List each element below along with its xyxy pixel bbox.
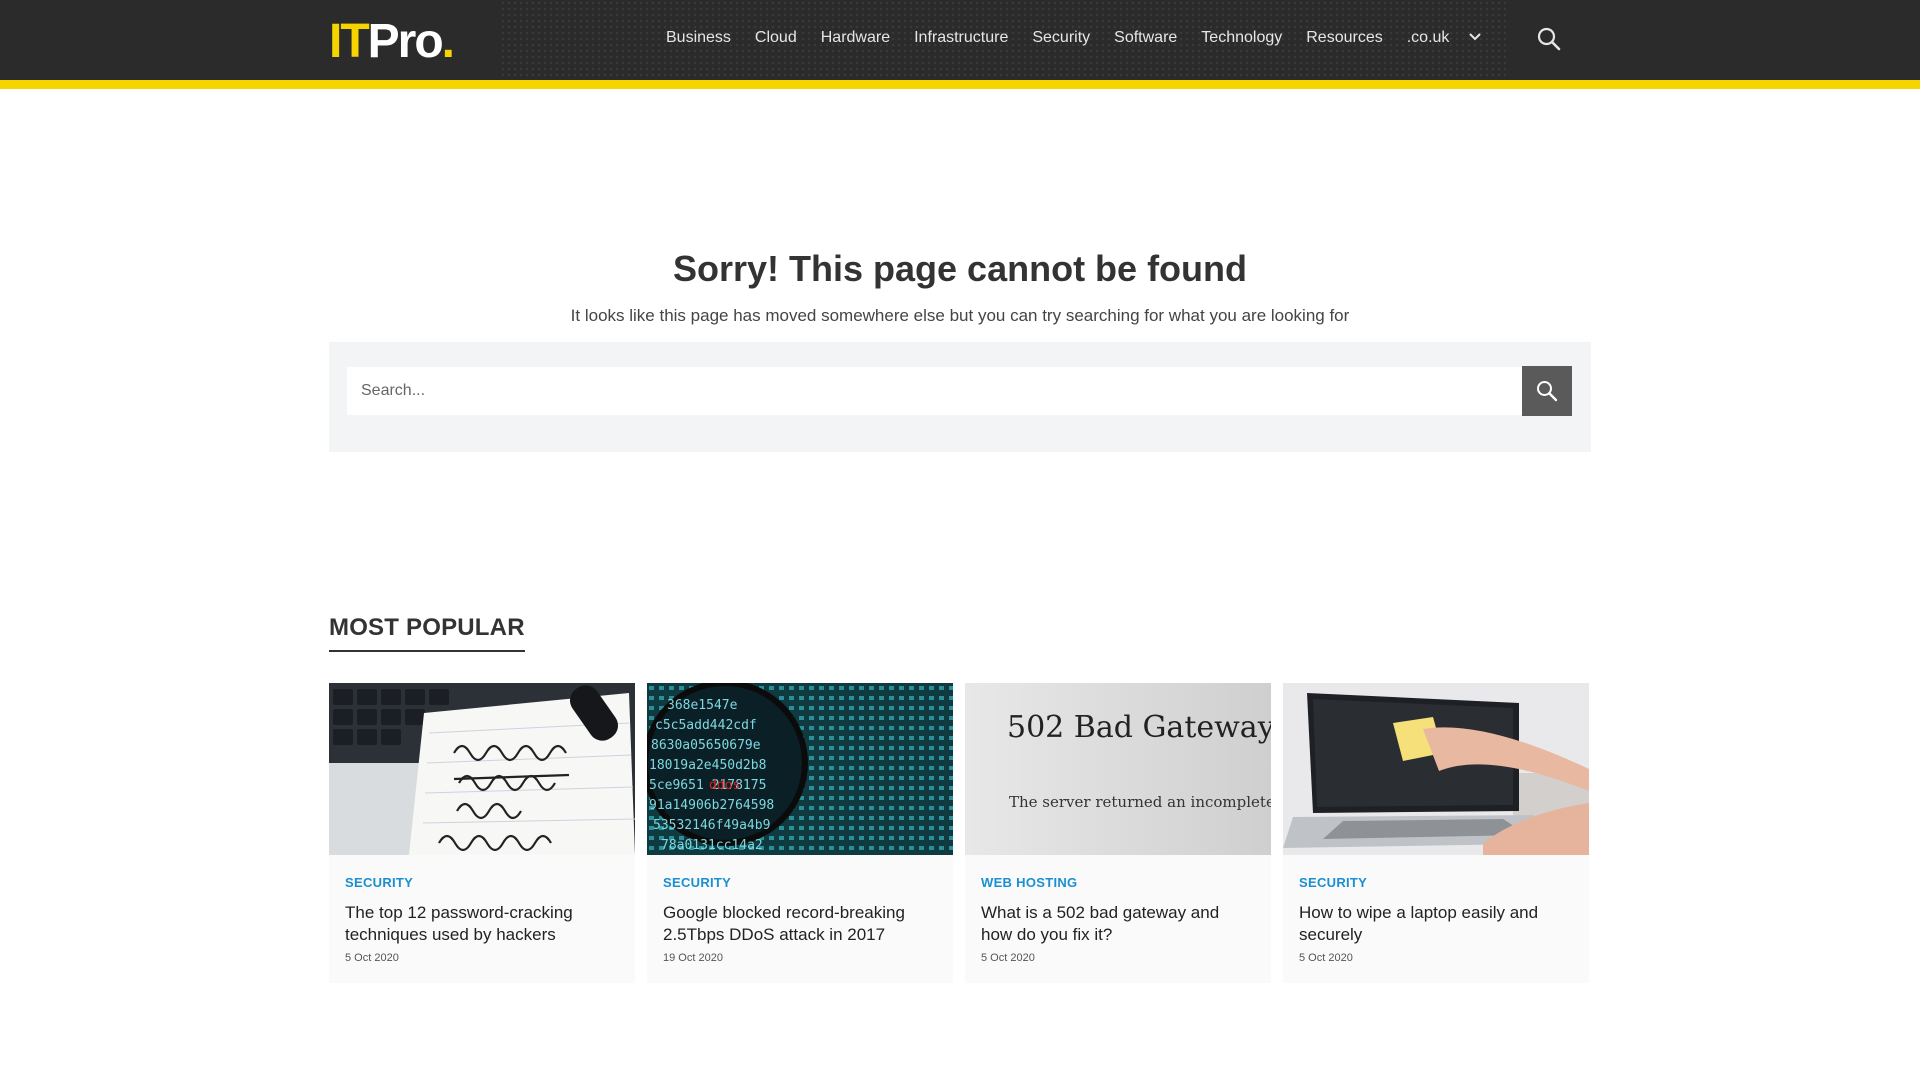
nav-technology[interactable]: Technology bbox=[1201, 26, 1282, 50]
search-icon[interactable] bbox=[1536, 26, 1562, 52]
article-title[interactable]: Google blocked record-breaking 2.5Tbps D… bbox=[663, 902, 937, 946]
search-panel bbox=[329, 342, 1591, 452]
article-card[interactable]: 502 Bad Gateway The server returned an i… bbox=[965, 683, 1271, 983]
article-image-password[interactable] bbox=[329, 683, 635, 855]
article-card[interactable]: SECURITY How to wipe a laptop easily and… bbox=[1283, 683, 1589, 983]
article-image-502[interactable]: 502 Bad Gateway The server returned an i… bbox=[965, 683, 1271, 855]
svg-text:5ce9651 2178175: 5ce9651 2178175 bbox=[649, 778, 766, 793]
article-date: 5 Oct 2020 bbox=[1299, 952, 1353, 964]
article-image-ddos[interactable]: 368e1547e c5c5add442cdf 8630a05650679e 1… bbox=[647, 683, 953, 855]
search-input[interactable] bbox=[347, 367, 1523, 415]
nav-region-select[interactable]: .co.uk bbox=[1407, 26, 1450, 50]
article-image-laptop[interactable] bbox=[1283, 683, 1589, 855]
itpro-logo[interactable]: IT Pro . bbox=[329, 14, 455, 68]
nav-cloud[interactable]: Cloud bbox=[755, 26, 797, 50]
nav-software[interactable]: Software bbox=[1114, 26, 1177, 50]
article-title[interactable]: How to wipe a laptop easily and securely bbox=[1299, 902, 1573, 946]
svg-text:368e1547e: 368e1547e bbox=[667, 698, 738, 713]
logo-dot: . bbox=[441, 15, 455, 68]
search-icon bbox=[1537, 381, 1558, 402]
ddos-highlight: ddos bbox=[709, 778, 740, 793]
most-popular-heading: MOST POPULAR bbox=[329, 614, 525, 652]
logo-it: IT bbox=[329, 15, 370, 68]
nav-infrastructure[interactable]: Infrastructure bbox=[914, 26, 1008, 50]
nav-hardware[interactable]: Hardware bbox=[821, 26, 890, 50]
page-title: Sorry! This page cannot be found bbox=[672, 248, 1248, 289]
most-popular-list: SECURITY The top 12 password-cracking te… bbox=[329, 683, 1591, 983]
logo-pro: Pro bbox=[367, 15, 444, 68]
image-heading: 502 Bad Gateway bbox=[1007, 710, 1271, 745]
svg-text:53532146f49a4b9: 53532146f49a4b9 bbox=[653, 818, 770, 833]
article-category[interactable]: WEB HOSTING bbox=[981, 875, 1255, 890]
svg-text:78a0131cc14a2: 78a0131cc14a2 bbox=[661, 838, 763, 853]
header-accent-bar bbox=[0, 80, 1920, 89]
article-card[interactable]: SECURITY The top 12 password-cracking te… bbox=[329, 683, 635, 983]
main-nav: Business Cloud Hardware Infrastructure S… bbox=[666, 26, 1449, 50]
article-card[interactable]: 368e1547e c5c5add442cdf 8630a05650679e 1… bbox=[647, 683, 953, 983]
nav-security[interactable]: Security bbox=[1032, 26, 1090, 50]
search-button[interactable] bbox=[1522, 366, 1572, 416]
article-date: 5 Oct 2020 bbox=[981, 952, 1035, 964]
article-date: 5 Oct 2020 bbox=[345, 952, 399, 964]
article-date: 19 Oct 2020 bbox=[663, 952, 723, 964]
chevron-down-icon[interactable] bbox=[1468, 30, 1482, 44]
svg-text:c5c5add442cdf: c5c5add442cdf bbox=[655, 718, 757, 733]
article-category[interactable]: SECURITY bbox=[1299, 875, 1573, 890]
page-subtitle: It looks like this page has moved somewh… bbox=[570, 306, 1350, 325]
nav-resources[interactable]: Resources bbox=[1306, 26, 1382, 50]
svg-text:18019a2e450d2b8: 18019a2e450d2b8 bbox=[649, 758, 766, 773]
article-title[interactable]: The top 12 password-cracking techniques … bbox=[345, 902, 619, 946]
article-title[interactable]: What is a 502 bad gateway and how do you… bbox=[981, 902, 1255, 946]
svg-text:8630a05650679e: 8630a05650679e bbox=[651, 738, 761, 753]
nav-business[interactable]: Business bbox=[666, 26, 731, 50]
svg-text:91a14906b2764598: 91a14906b2764598 bbox=[649, 798, 774, 813]
article-category[interactable]: SECURITY bbox=[663, 875, 937, 890]
site-header: IT Pro . Business Cloud Hardware Infrast… bbox=[0, 0, 1920, 80]
image-text: The server returned an incomplete respo bbox=[1009, 793, 1271, 811]
article-category[interactable]: SECURITY bbox=[345, 875, 619, 890]
